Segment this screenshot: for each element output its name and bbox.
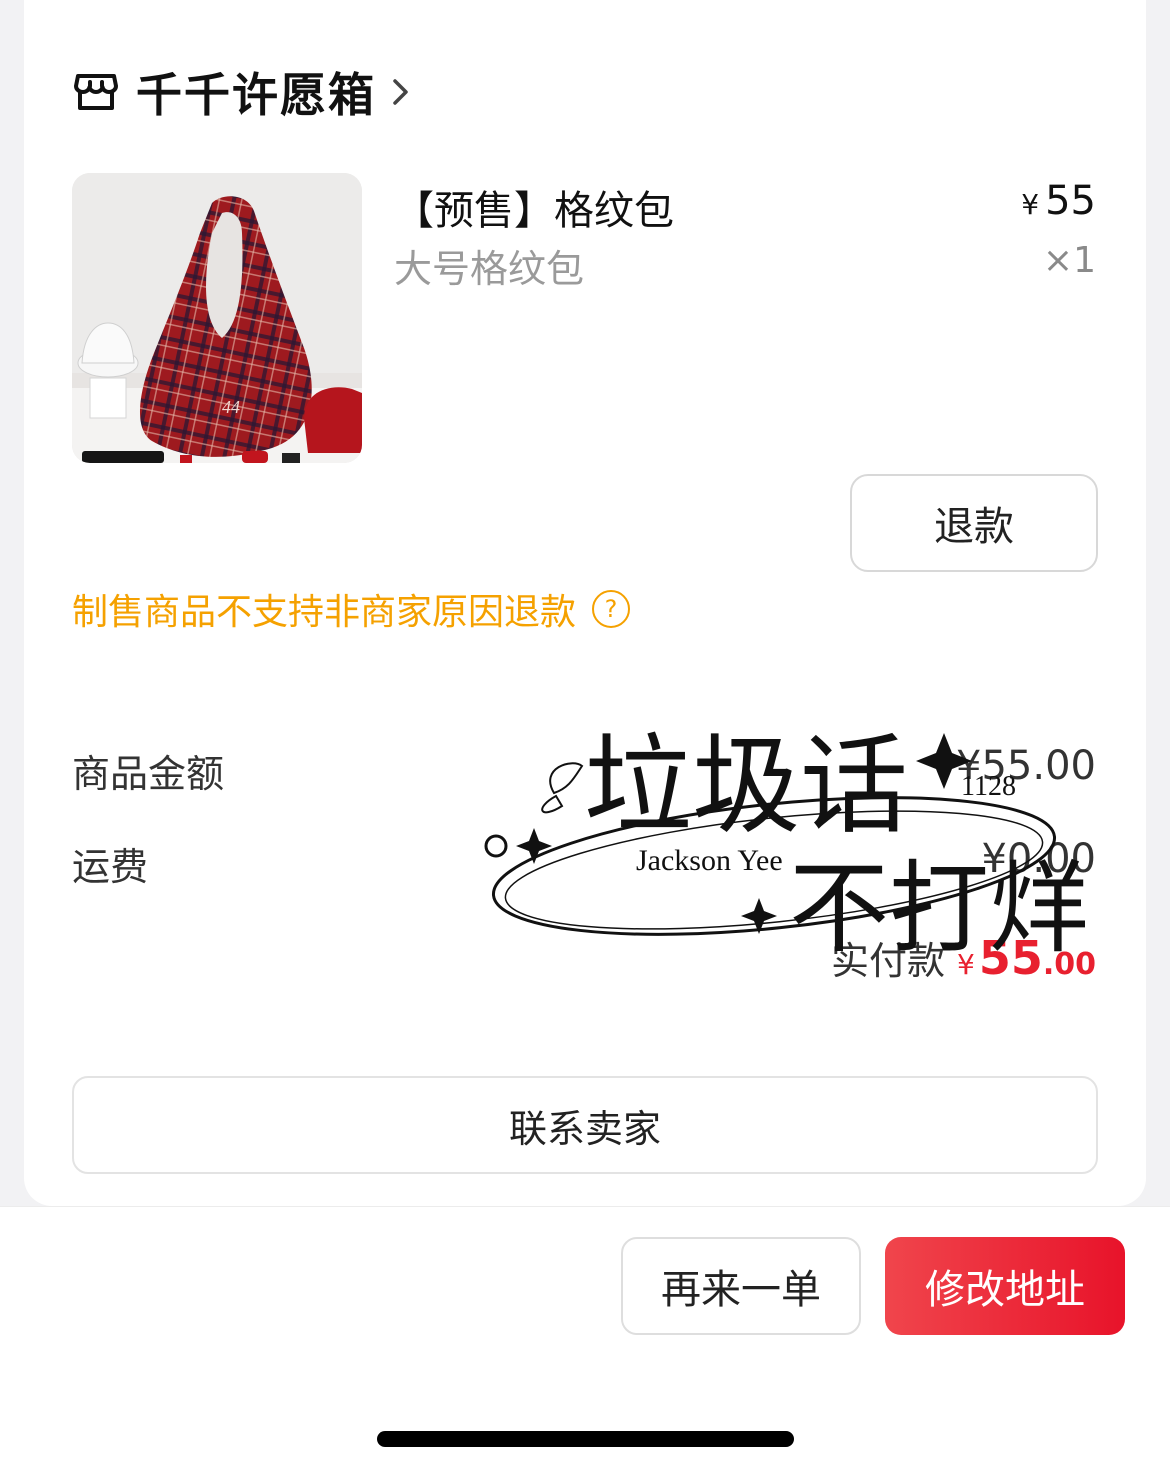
reorder-button[interactable]: 再来一单 — [621, 1237, 861, 1335]
refund-button[interactable]: 退款 — [850, 474, 1098, 572]
product-image[interactable]: 44 — [72, 173, 362, 463]
paid-label: 实付款 — [830, 939, 945, 983]
paid-integer: 55 — [978, 931, 1043, 985]
bottom-action-bar: 再来一单 修改地址 — [0, 1206, 1170, 1470]
product-spec: 大号格纹包 — [394, 247, 585, 291]
watermark-name: Jackson Yee — [636, 844, 783, 877]
shipping-label: 运费 — [72, 845, 149, 889]
store-header[interactable]: 千千许愿箱 — [72, 60, 412, 124]
watermark-title: 垃圾话 — [584, 724, 908, 849]
price-amount: 55 — [1045, 178, 1096, 224]
goods-amount-label: 商品金额 — [72, 752, 225, 796]
chevron-right-icon — [393, 79, 408, 105]
product-title[interactable]: 【预售】格纹包 — [394, 178, 674, 236]
shipping-value: ¥0.00 — [981, 836, 1096, 882]
price-currency: ¥ — [1021, 188, 1040, 221]
modify-address-button[interactable]: 修改地址 — [885, 1237, 1125, 1335]
refund-notice: 制售商品不支持非商家原因退款 ? — [72, 584, 631, 634]
order-card: 千千许愿箱 44 【预售】格纹包 大号格纹包 ¥ 55 ×1 退款 制售商品不支… — [24, 0, 1146, 1206]
paid-currency: ¥ — [957, 948, 975, 981]
paid-total: 实付款 ¥ 55 .00 — [831, 930, 1096, 985]
svg-text:44: 44 — [222, 397, 240, 417]
contact-seller-button[interactable]: 联系卖家 — [72, 1076, 1098, 1174]
home-indicator[interactable] — [377, 1431, 794, 1447]
help-icon[interactable]: ? — [592, 590, 631, 628]
store-icon — [74, 74, 118, 110]
goods-amount-value: ¥55.00 — [956, 743, 1096, 789]
paid-decimal: .00 — [1042, 947, 1096, 982]
store-name: 千千许愿箱 — [136, 68, 376, 122]
product-quantity: ×1 — [1042, 240, 1096, 281]
notice-text: 制售商品不支持非商家原因退款 — [72, 592, 577, 633]
product-price: ¥ 55 — [1021, 178, 1096, 224]
